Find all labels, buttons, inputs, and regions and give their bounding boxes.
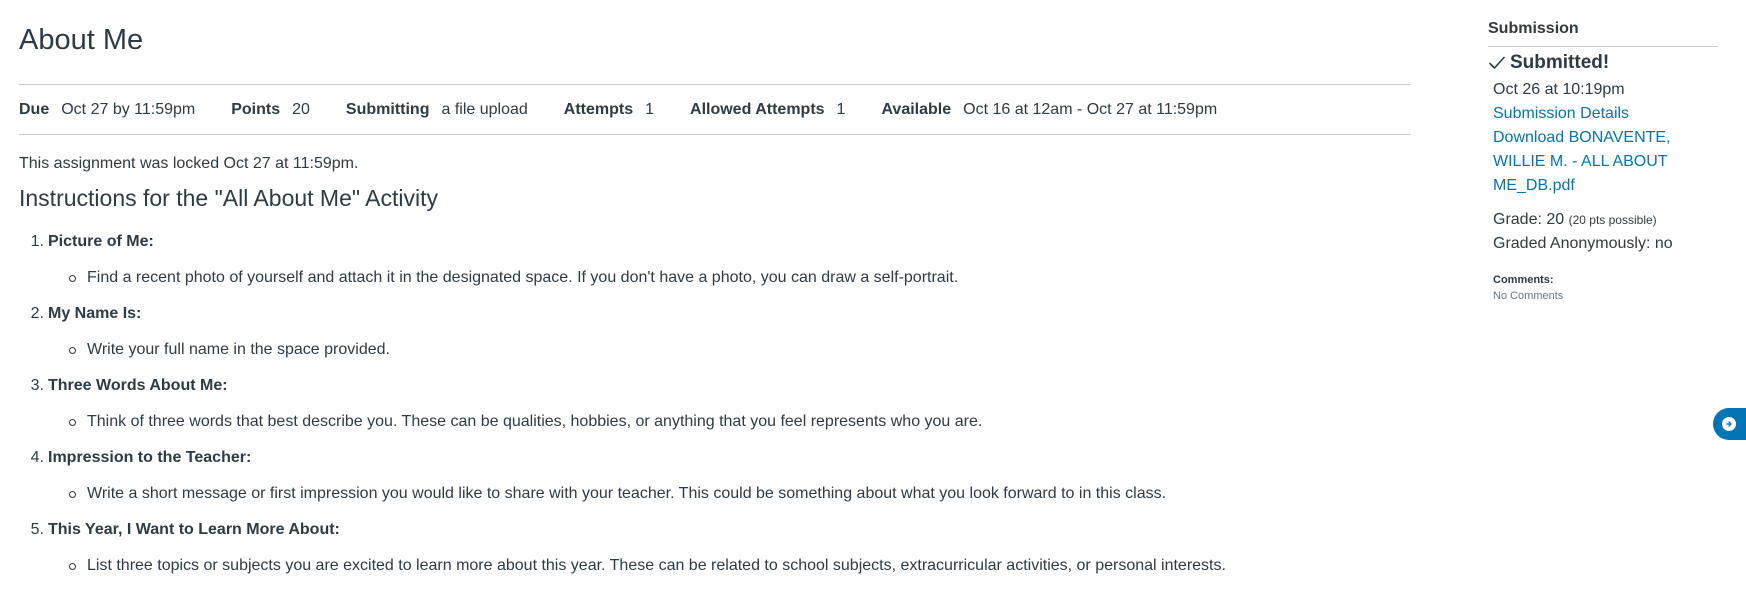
step-title: My Name Is: (48, 305, 142, 322)
list-item: 1. Picture of Me: (19, 232, 154, 252)
list-item: 4. Impression to the Teacher: (19, 448, 252, 468)
download-submission-link[interactable]: Download BONAVENTE, WILLIE M. - ALL ABOU… (1493, 126, 1671, 198)
list-item: List three topics or subjects you are ex… (69, 556, 1226, 576)
page-title: About Me (19, 24, 144, 56)
step-description: List three topics or subjects you are ex… (87, 557, 1226, 574)
detail-value: 20 (292, 100, 310, 118)
step-number: 3. (30, 377, 44, 394)
list-item: Write your full name in the space provid… (69, 340, 390, 360)
grade-value: Grade: 20 (1493, 211, 1565, 228)
detail-value: a file upload (441, 100, 528, 118)
list-item: 2. My Name Is: (19, 304, 142, 324)
step-title: Three Words About Me: (48, 377, 228, 394)
step-description: Write a short message or first impressio… (87, 485, 1167, 502)
bullet-icon (69, 346, 76, 354)
step-title: This Year, I Want to Learn More About: (48, 521, 340, 538)
submitted-date: Oct 26 at 10:19pm (1493, 81, 1625, 98)
bullet-icon (69, 490, 76, 498)
step-description: Think of three words that best describe … (87, 413, 983, 430)
detail-submitting: Submitting a file upload (346, 101, 528, 119)
detail-label: Allowed Attempts (690, 100, 825, 118)
list-item: 3. Three Words About Me: (19, 376, 228, 396)
detail-points: Points 20 (231, 101, 310, 119)
step-description: Write your full name in the space provid… (87, 341, 390, 358)
arrow-icon (1726, 421, 1732, 427)
detail-value: Oct 27 by 11:59pm (61, 100, 196, 118)
download-link-line: ME_DB.pdf (1493, 177, 1575, 194)
step-title: Impression to the Teacher: (48, 449, 252, 466)
grade: Grade: 20 (20 pts possible) (1493, 210, 1657, 230)
bullet-icon (69, 562, 76, 570)
tray-toggle-button[interactable] (1713, 408, 1746, 440)
detail-allowed-attempts: Allowed Attempts 1 (690, 101, 845, 119)
list-item: 5. This Year, I Want to Learn More About: (19, 520, 340, 540)
step-number: 5. (30, 521, 44, 538)
step-number: 1. (30, 233, 44, 250)
detail-label: Attempts (563, 100, 634, 118)
bullet-icon (69, 274, 76, 282)
detail-attempts: Attempts 1 (564, 101, 654, 119)
download-link-line: Download BONAVENTE, (1493, 129, 1671, 146)
instructions-title: Instructions for the "All About Me" Acti… (19, 185, 439, 211)
submission-heading: Submission (1488, 19, 1718, 47)
detail-value: 1 (645, 100, 655, 118)
grade-possible: (20 pts possible) (1568, 213, 1657, 227)
comments-label: Comments: (1493, 274, 1554, 286)
detail-label: Available (881, 100, 952, 118)
list-item: Think of three words that best describe … (69, 412, 982, 432)
detail-label: Points (231, 100, 281, 118)
download-link-line: WILLIE M. - ALL ABOUT (1493, 153, 1668, 170)
submission-status: Submitted! (1488, 52, 1609, 74)
detail-value: Oct 16 at 12am - Oct 27 at 11:59pm (963, 100, 1218, 118)
step-number: 4. (30, 449, 44, 466)
step-description: Find a recent photo of yourself and atta… (87, 269, 959, 286)
submission-status-text: Submitted! (1510, 52, 1610, 73)
detail-due: Due Oct 27 by 11:59pm (19, 101, 195, 119)
checkmark-icon (1489, 56, 1505, 69)
comments-value: No Comments (1493, 290, 1564, 302)
step-title: Picture of Me: (48, 233, 154, 250)
detail-value: 1 (836, 100, 846, 118)
assignment-details-bar: Due Oct 27 by 11:59pm Points 20 Submitti… (19, 84, 1411, 135)
list-item: Find a recent photo of yourself and atta… (69, 268, 958, 288)
list-item: Write a short message or first impressio… (69, 484, 1166, 504)
detail-label: Submitting (345, 100, 430, 118)
graded-anonymously: Graded Anonymously: no (1493, 235, 1673, 252)
tray-toggle-icon (1722, 417, 1736, 431)
detail-available: Available Oct 16 at 12am - Oct 27 at 11:… (881, 101, 1217, 119)
step-number: 2. (30, 305, 44, 322)
submission-details-link[interactable]: Submission Details (1493, 102, 1629, 126)
bullet-icon (69, 418, 76, 426)
locked-message: This assignment was locked Oct 27 at 11:… (19, 155, 359, 172)
detail-label: Due (19, 100, 50, 118)
